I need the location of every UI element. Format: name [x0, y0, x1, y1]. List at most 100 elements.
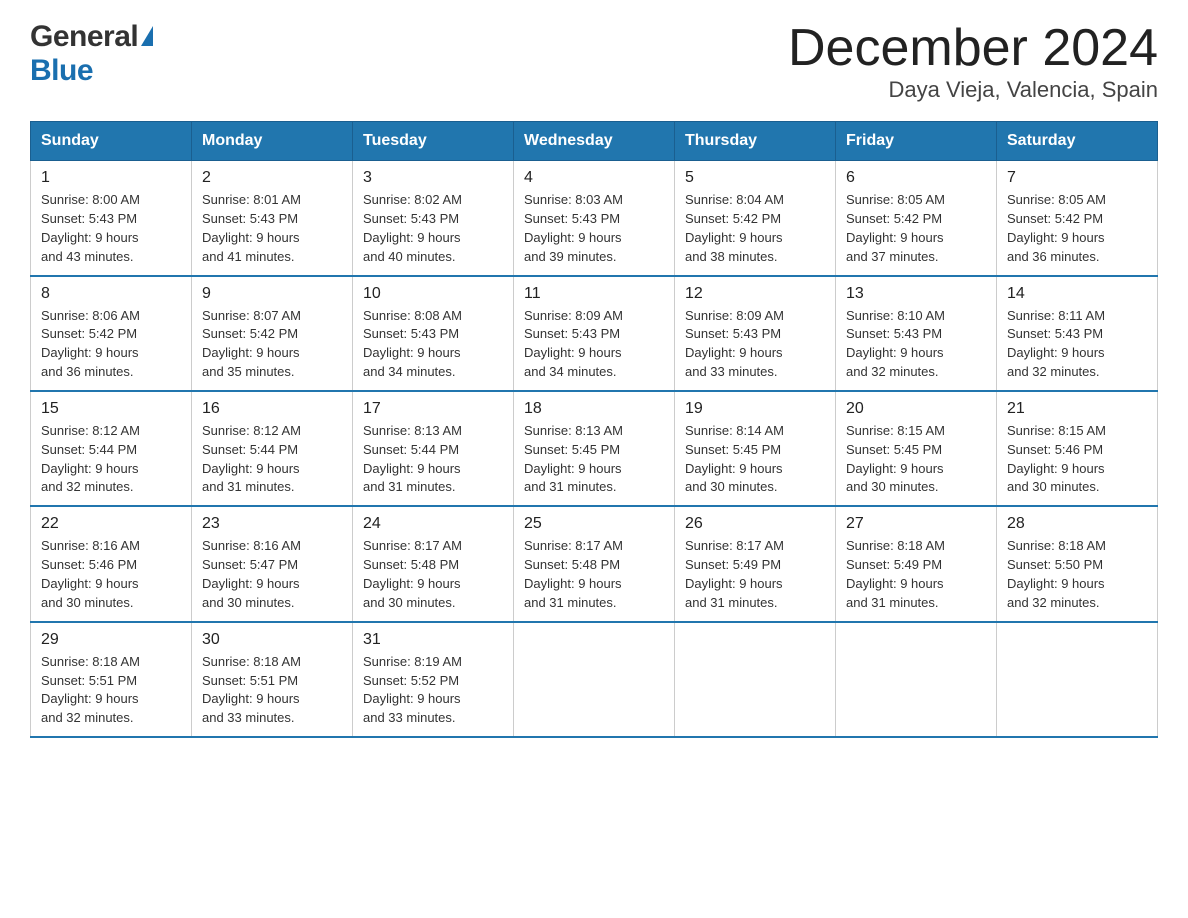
calendar-cell: 12Sunrise: 8:09 AMSunset: 5:43 PMDayligh…	[675, 276, 836, 391]
weekday-header-saturday: Saturday	[997, 122, 1158, 161]
title-block: December 2024 Daya Vieja, Valencia, Spai…	[788, 20, 1158, 103]
calendar-cell	[514, 622, 675, 737]
day-info: Sunrise: 8:04 AMSunset: 5:42 PMDaylight:…	[685, 191, 825, 266]
calendar-cell: 30 Sunrise: 8:18 AMSunset: 5:51 PMDayligh…	[192, 622, 353, 737]
calendar-cell: 11Sunrise: 8:09 AMSunset: 5:43 PMDayligh…	[514, 276, 675, 391]
calendar-cell: 3Sunrise: 8:02 AMSunset: 5:43 PMDaylight…	[353, 161, 514, 276]
day-number: 1	[41, 169, 181, 187]
calendar-cell: 18 Sunrise: 8:13 AMSunset: 5:45 PMDayligh…	[514, 391, 675, 506]
day-info: Sunrise: 8:18 AMSunset: 5:50 PMDaylight:…	[1007, 537, 1147, 612]
day-info: Sunrise: 8:18 AMSunset: 5:49 PMDaylight:…	[846, 537, 986, 612]
day-info: Sunrise: 8:16 AMSunset: 5:46 PMDaylight:…	[41, 537, 181, 612]
day-number: 27	[846, 515, 986, 533]
calendar-cell: 28 Sunrise: 8:18 AMSunset: 5:50 PMDayligh…	[997, 506, 1158, 621]
weekday-header-thursday: Thursday	[675, 122, 836, 161]
calendar-week-row: 29 Sunrise: 8:18 AMSunset: 5:51 PMDayligh…	[31, 622, 1158, 737]
weekday-header-row: SundayMondayTuesdayWednesdayThursdayFrid…	[31, 122, 1158, 161]
day-number: 25	[524, 515, 664, 533]
day-number: 31	[363, 631, 503, 649]
day-info: Sunrise: 8:01 AMSunset: 5:43 PMDaylight:…	[202, 191, 342, 266]
day-info: Sunrise: 8:17 AMSunset: 5:49 PMDaylight:…	[685, 537, 825, 612]
calendar-cell: 16 Sunrise: 8:12 AMSunset: 5:44 PMDayligh…	[192, 391, 353, 506]
day-info: Sunrise: 8:19 AMSunset: 5:52 PMDaylight:…	[363, 653, 503, 728]
calendar-cell: 23 Sunrise: 8:16 AMSunset: 5:47 PMDayligh…	[192, 506, 353, 621]
calendar-cell: 14Sunrise: 8:11 AMSunset: 5:43 PMDayligh…	[997, 276, 1158, 391]
day-number: 24	[363, 515, 503, 533]
calendar-cell: 2 Sunrise: 8:01 AMSunset: 5:43 PMDaylight…	[192, 161, 353, 276]
day-info: Sunrise: 8:14 AMSunset: 5:45 PMDaylight:…	[685, 422, 825, 497]
day-number: 8	[41, 285, 181, 303]
day-number: 30	[202, 631, 342, 649]
day-number: 9	[202, 285, 342, 303]
weekday-header-tuesday: Tuesday	[353, 122, 514, 161]
day-number: 19	[685, 400, 825, 418]
calendar-cell: 25 Sunrise: 8:17 AMSunset: 5:48 PMDayligh…	[514, 506, 675, 621]
weekday-header-sunday: Sunday	[31, 122, 192, 161]
logo: General Blue	[30, 20, 153, 88]
calendar-cell: 20 Sunrise: 8:15 AMSunset: 5:45 PMDayligh…	[836, 391, 997, 506]
calendar-cell: 31 Sunrise: 8:19 AMSunset: 5:52 PMDayligh…	[353, 622, 514, 737]
logo-blue: Blue	[30, 54, 93, 88]
day-info: Sunrise: 8:15 AMSunset: 5:45 PMDaylight:…	[846, 422, 986, 497]
day-info: Sunrise: 8:17 AMSunset: 5:48 PMDaylight:…	[524, 537, 664, 612]
page-header: General Blue December 2024 Daya Vieja, V…	[30, 20, 1158, 103]
day-number: 5	[685, 169, 825, 187]
day-number: 13	[846, 285, 986, 303]
day-info: Sunrise: 8:09 AMSunset: 5:43 PMDaylight:…	[524, 307, 664, 382]
day-number: 2	[202, 169, 342, 187]
day-info: Sunrise: 8:06 AMSunset: 5:42 PMDaylight:…	[41, 307, 181, 382]
calendar-cell: 5 Sunrise: 8:04 AMSunset: 5:42 PMDaylight…	[675, 161, 836, 276]
calendar-week-row: 15Sunrise: 8:12 AMSunset: 5:44 PMDayligh…	[31, 391, 1158, 506]
weekday-header-wednesday: Wednesday	[514, 122, 675, 161]
day-number: 18	[524, 400, 664, 418]
day-number: 3	[363, 169, 503, 187]
calendar-cell: 13Sunrise: 8:10 AMSunset: 5:43 PMDayligh…	[836, 276, 997, 391]
calendar-cell: 21 Sunrise: 8:15 AMSunset: 5:46 PMDayligh…	[997, 391, 1158, 506]
day-info: Sunrise: 8:12 AMSunset: 5:44 PMDaylight:…	[202, 422, 342, 497]
day-number: 22	[41, 515, 181, 533]
calendar-cell	[836, 622, 997, 737]
calendar-cell: 8 Sunrise: 8:06 AMSunset: 5:42 PMDaylight…	[31, 276, 192, 391]
calendar-cell: 9Sunrise: 8:07 AMSunset: 5:42 PMDaylight…	[192, 276, 353, 391]
day-number: 26	[685, 515, 825, 533]
calendar-cell: 7 Sunrise: 8:05 AMSunset: 5:42 PMDaylight…	[997, 161, 1158, 276]
day-info: Sunrise: 8:05 AMSunset: 5:42 PMDaylight:…	[846, 191, 986, 266]
calendar-cell	[997, 622, 1158, 737]
logo-general: General	[30, 20, 138, 54]
day-number: 14	[1007, 285, 1147, 303]
calendar-cell: 19 Sunrise: 8:14 AMSunset: 5:45 PMDayligh…	[675, 391, 836, 506]
day-info: Sunrise: 8:16 AMSunset: 5:47 PMDaylight:…	[202, 537, 342, 612]
day-number: 21	[1007, 400, 1147, 418]
day-number: 16	[202, 400, 342, 418]
calendar-cell: 15Sunrise: 8:12 AMSunset: 5:44 PMDayligh…	[31, 391, 192, 506]
day-number: 29	[41, 631, 181, 649]
calendar-cell: 4Sunrise: 8:03 AMSunset: 5:43 PMDaylight…	[514, 161, 675, 276]
day-info: Sunrise: 8:12 AMSunset: 5:44 PMDaylight:…	[41, 422, 181, 497]
day-info: Sunrise: 8:18 AMSunset: 5:51 PMDaylight:…	[41, 653, 181, 728]
day-info: Sunrise: 8:15 AMSunset: 5:46 PMDaylight:…	[1007, 422, 1147, 497]
day-number: 20	[846, 400, 986, 418]
weekday-header-monday: Monday	[192, 122, 353, 161]
day-info: Sunrise: 8:09 AMSunset: 5:43 PMDaylight:…	[685, 307, 825, 382]
day-info: Sunrise: 8:05 AMSunset: 5:42 PMDaylight:…	[1007, 191, 1147, 266]
calendar-cell: 27 Sunrise: 8:18 AMSunset: 5:49 PMDayligh…	[836, 506, 997, 621]
calendar-cell: 6Sunrise: 8:05 AMSunset: 5:42 PMDaylight…	[836, 161, 997, 276]
logo-triangle-icon	[141, 26, 153, 46]
day-number: 7	[1007, 169, 1147, 187]
calendar-week-row: 22 Sunrise: 8:16 AMSunset: 5:46 PMDayligh…	[31, 506, 1158, 621]
day-info: Sunrise: 8:03 AMSunset: 5:43 PMDaylight:…	[524, 191, 664, 266]
calendar-cell: 10 Sunrise: 8:08 AMSunset: 5:43 PMDayligh…	[353, 276, 514, 391]
day-info: Sunrise: 8:18 AMSunset: 5:51 PMDaylight:…	[202, 653, 342, 728]
day-number: 17	[363, 400, 503, 418]
day-number: 28	[1007, 515, 1147, 533]
day-info: Sunrise: 8:08 AMSunset: 5:43 PMDaylight:…	[363, 307, 503, 382]
day-info: Sunrise: 8:13 AMSunset: 5:45 PMDaylight:…	[524, 422, 664, 497]
calendar-cell: 24Sunrise: 8:17 AMSunset: 5:48 PMDayligh…	[353, 506, 514, 621]
day-number: 23	[202, 515, 342, 533]
day-info: Sunrise: 8:00 AMSunset: 5:43 PMDaylight:…	[41, 191, 181, 266]
calendar-week-row: 8 Sunrise: 8:06 AMSunset: 5:42 PMDaylight…	[31, 276, 1158, 391]
calendar-cell: 17Sunrise: 8:13 AMSunset: 5:44 PMDayligh…	[353, 391, 514, 506]
calendar-subtitle: Daya Vieja, Valencia, Spain	[788, 77, 1158, 103]
day-number: 10	[363, 285, 503, 303]
calendar-table: SundayMondayTuesdayWednesdayThursdayFrid…	[30, 121, 1158, 738]
